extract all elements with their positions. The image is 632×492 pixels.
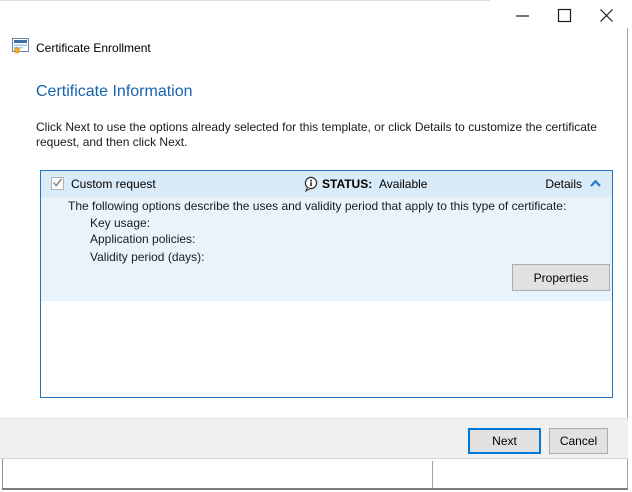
application-policies-label: Application policies:	[90, 232, 195, 246]
app-header: Certificate Enrollment	[12, 37, 151, 59]
next-button[interactable]: Next	[468, 428, 541, 454]
minimize-button[interactable]	[501, 0, 543, 30]
certificate-enrollment-window: Certificate Enrollment Certificate Infor…	[0, 0, 632, 492]
intro-text: Click Next to use the options already se…	[36, 120, 610, 150]
template-item-header: Custom request STATUS: Available Details	[41, 171, 612, 197]
close-icon	[599, 8, 614, 23]
page-title: Certificate Information	[36, 83, 193, 101]
close-button[interactable]	[585, 0, 627, 30]
certificate-template-panel: Custom request STATUS: Available Details	[40, 170, 613, 398]
key-usage-label: Key usage:	[90, 216, 150, 230]
status-value: Available	[379, 177, 427, 191]
template-item: Custom request STATUS: Available Details	[41, 171, 612, 301]
checkmark-icon	[52, 177, 63, 191]
cancel-button[interactable]: Cancel	[549, 428, 608, 454]
certificate-enrollment-icon	[12, 37, 29, 59]
minimize-icon	[515, 8, 530, 23]
validity-period-label: Validity period (days):	[90, 250, 205, 264]
footer-bar: Next Cancel	[0, 418, 628, 459]
status-label: STATUS:	[322, 177, 372, 191]
caption-bar	[501, 0, 627, 30]
window-bottom-border	[2, 488, 628, 490]
custom-request-label: Custom request	[71, 177, 156, 191]
details-label: Details	[545, 177, 582, 191]
info-icon	[303, 176, 319, 196]
background-window-mid-edge	[432, 461, 433, 488]
properties-button[interactable]: Properties	[512, 264, 610, 291]
maximize-button[interactable]	[543, 0, 585, 30]
maximize-icon	[557, 8, 572, 23]
background-window-top-edge	[0, 0, 490, 1]
chevron-up-icon	[589, 177, 602, 191]
options-description: The following options describe the uses …	[68, 199, 566, 213]
background-window-left-edge	[2, 459, 3, 488]
app-title: Certificate Enrollment	[36, 41, 151, 55]
custom-request-checkbox	[51, 177, 64, 190]
details-toggle[interactable]: Details	[545, 177, 602, 191]
